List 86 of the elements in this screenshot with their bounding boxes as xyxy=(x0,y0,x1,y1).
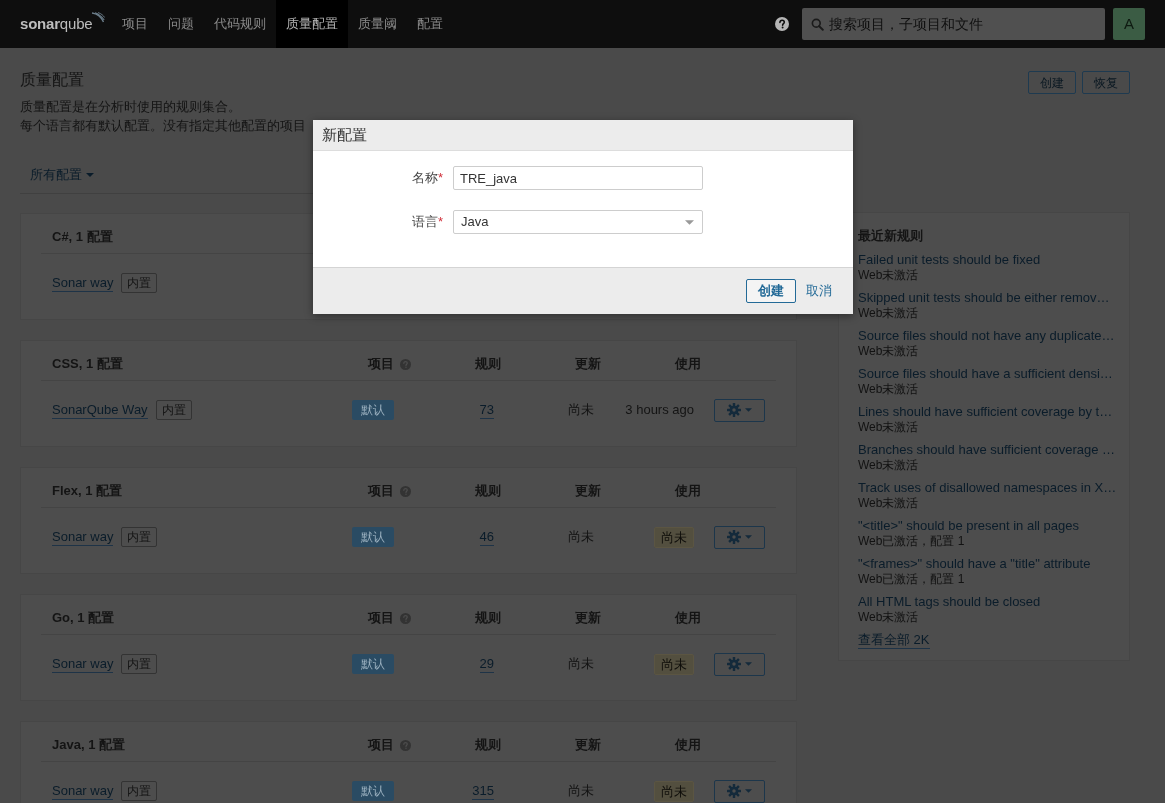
column-header: 项目 xyxy=(368,736,394,755)
profile-link[interactable]: SonarQube Way xyxy=(52,401,148,419)
usage-badge: 尚未 xyxy=(654,653,694,675)
gear-icon xyxy=(727,530,741,544)
view-all-link[interactable]: 查看全部 2K xyxy=(858,632,930,649)
settings-menu-button[interactable] xyxy=(714,398,765,422)
field-label: 名称* xyxy=(411,169,443,188)
card-title: Java, 1 配置 xyxy=(51,736,125,755)
caret-icon xyxy=(745,408,752,412)
card-title: Flex, 1 配置 xyxy=(51,482,123,501)
caret-icon xyxy=(745,662,752,666)
card-title: C#, 1 配置 xyxy=(51,228,113,247)
column-header: 更新 xyxy=(575,609,601,628)
profile-link[interactable]: Sonar way xyxy=(52,528,114,546)
column-header: 规则 xyxy=(475,482,501,501)
rule-link[interactable]: Track uses of disallowed namespaces in X… xyxy=(858,480,1117,496)
column-header: 规则 xyxy=(475,609,501,628)
panel-title: 最近新规则 xyxy=(858,227,924,245)
column-header: 使用 xyxy=(675,736,701,755)
column-header: 项目 xyxy=(368,355,394,374)
column-header: 项目 xyxy=(368,482,394,501)
profile-link[interactable]: Sonar way xyxy=(52,655,114,673)
profile-link[interactable]: Sonar way xyxy=(52,274,114,292)
nav-tab[interactable]: 问题 xyxy=(158,0,205,48)
rule-link[interactable]: Failed unit tests should be fixed xyxy=(858,252,1041,268)
default-badge: 默认 xyxy=(352,781,394,801)
settings-menu-button[interactable] xyxy=(714,779,765,803)
rule-link[interactable]: Branches should have sufficient coverage … xyxy=(858,442,1116,458)
restore-button[interactable]: 恢复 xyxy=(1082,71,1130,94)
waves-icon xyxy=(91,12,106,23)
card-title: Go, 1 配置 xyxy=(51,609,115,628)
usage-text: 3 hours ago xyxy=(625,401,694,420)
filter-dropdown[interactable]: 所有配置 xyxy=(30,165,94,185)
column-header: 使用 xyxy=(675,482,701,501)
rule-count-link[interactable]: 315 xyxy=(472,782,494,800)
rule-link[interactable]: Skipped unit tests should be either remov… xyxy=(858,290,1110,306)
gear-icon xyxy=(727,784,741,798)
caret-icon xyxy=(86,173,94,177)
nav-tab[interactable]: 配置 xyxy=(407,0,454,48)
help-icon[interactable] xyxy=(775,17,789,31)
rule-link[interactable]: "<frames>" should have a "title" attribute xyxy=(858,556,1091,572)
default-badge: 默认 xyxy=(352,527,394,547)
text-input[interactable]: TRE_java xyxy=(453,166,703,190)
rule-link[interactable]: "<title>" should be present in all pages xyxy=(858,518,1079,534)
create-button[interactable]: 创建 xyxy=(1028,71,1076,94)
gear-icon xyxy=(727,657,741,671)
search-field[interactable]: 搜索项目，子项目和文件 xyxy=(802,8,1105,40)
default-badge: 默认 xyxy=(352,400,394,420)
rule-link[interactable]: Lines should have sufficient coverage by t… xyxy=(858,404,1113,420)
usage-badge: 尚未 xyxy=(654,780,694,802)
card-title: CSS, 1 配置 xyxy=(51,355,123,374)
settings-menu-button[interactable] xyxy=(714,652,765,676)
rule-count-link[interactable]: 46 xyxy=(479,528,494,546)
nav-tab[interactable]: 质量配置 xyxy=(276,0,349,48)
dialog-title: 新配置 xyxy=(322,124,367,145)
nav-tab[interactable]: 质量阈 xyxy=(348,0,408,48)
column-header: 使用 xyxy=(675,609,701,628)
rule-count-link[interactable]: 73 xyxy=(479,401,494,419)
caret-icon xyxy=(685,219,694,225)
search-icon xyxy=(811,18,824,31)
column-header: 使用 xyxy=(675,355,701,374)
column-header: 项目 xyxy=(368,609,394,628)
gear-icon xyxy=(727,403,741,417)
column-header: 更新 xyxy=(575,355,601,374)
field-label: 语言* xyxy=(411,213,443,232)
column-header: 规则 xyxy=(475,736,501,755)
usage-badge: 尚未 xyxy=(654,526,694,548)
default-badge: 默认 xyxy=(352,654,394,674)
rule-count-link[interactable]: 29 xyxy=(479,655,494,673)
rule-link[interactable]: All HTML tags should be closed xyxy=(858,594,1041,610)
create-button[interactable]: 创建 xyxy=(746,279,796,303)
profile-link[interactable]: Sonar way xyxy=(52,782,114,800)
settings-menu-button[interactable] xyxy=(714,525,765,549)
cancel-link[interactable]: 取消 xyxy=(806,281,832,301)
caret-icon xyxy=(745,535,752,539)
column-header: 规则 xyxy=(475,355,501,374)
nav-tab[interactable]: 项目 xyxy=(112,0,159,48)
logo-link[interactable]: sonarqube xyxy=(20,14,106,34)
rule-link[interactable]: Source files should not have any duplicate… xyxy=(858,328,1115,344)
column-header: 更新 xyxy=(575,736,601,755)
column-header: 更新 xyxy=(575,482,601,501)
avatar[interactable]: A xyxy=(1113,8,1145,40)
caret-icon xyxy=(745,789,752,793)
language-select[interactable]: Java xyxy=(453,210,703,234)
rule-link[interactable]: Source files should have a sufficient densi… xyxy=(858,366,1113,382)
nav-tab[interactable]: 代码规则 xyxy=(204,0,277,48)
